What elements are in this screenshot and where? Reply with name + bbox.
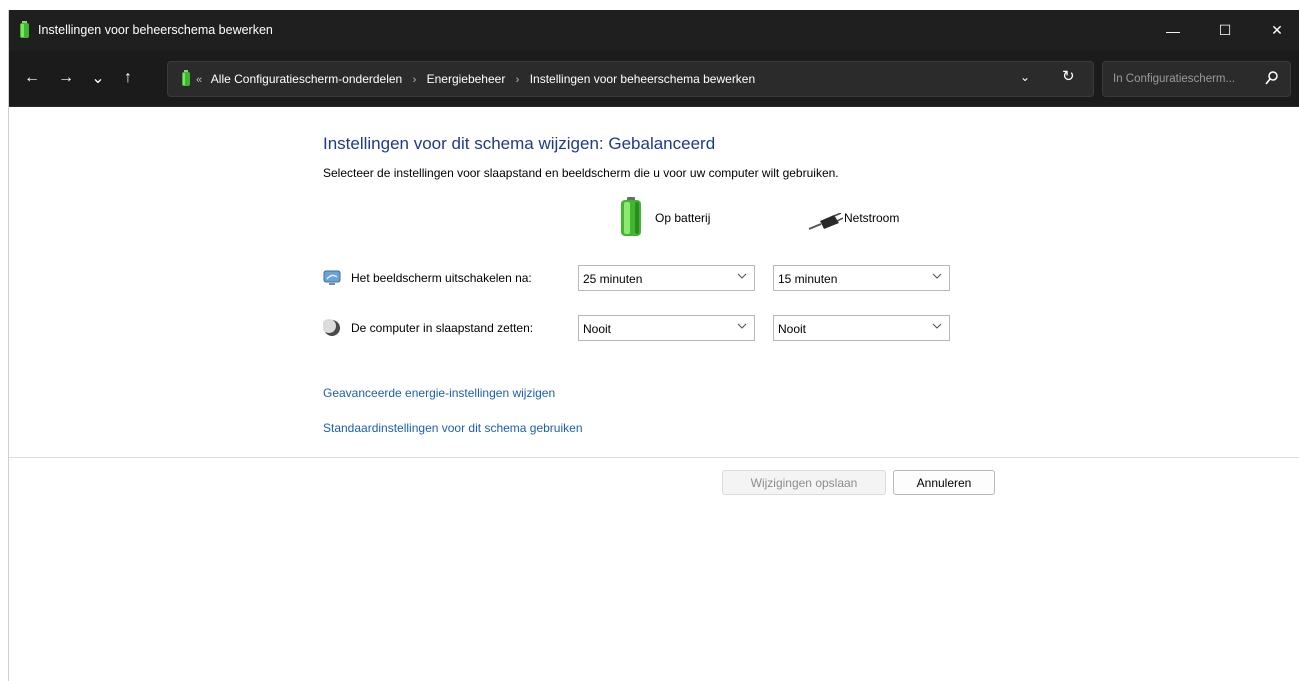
- up-button[interactable]: ↑: [115, 65, 141, 91]
- sleep-ac-value: Nooit: [778, 322, 807, 336]
- control-panel-window: Instellingen voor beheerschema bewerken …: [8, 10, 1299, 681]
- refresh-icon[interactable]: ↻: [1062, 67, 1075, 85]
- battery-icon: [182, 70, 190, 86]
- breadcrumb-item-all-items[interactable]: Alle Configuratiescherm-onderdelen: [211, 72, 402, 86]
- sleep-battery-select[interactable]: Nooit: [578, 315, 755, 341]
- chevron-down-icon: [737, 273, 747, 279]
- restore-defaults-link[interactable]: Standaardinstellingen voor dit schema ge…: [323, 421, 583, 435]
- breadcrumb-overflow-icon[interactable]: «: [196, 74, 202, 86]
- display-off-label: Het beeldscherm uitschakelen na:: [351, 271, 532, 285]
- search-input[interactable]: [1111, 70, 1265, 88]
- footer-divider: [9, 457, 1299, 458]
- battery-app-icon: [20, 21, 29, 38]
- breadcrumb: « Alle Configuratiescherm-onderdelen › E…: [196, 72, 755, 86]
- sleep-label: De computer in slaapstand zetten:: [351, 321, 534, 335]
- breadcrumb-separator-icon[interactable]: ›: [516, 74, 520, 86]
- display-off-ac-value: 15 minuten: [778, 272, 838, 286]
- page-description: Selecteer de instellingen voor slaapstan…: [323, 166, 839, 180]
- search-box[interactable]: [1102, 61, 1291, 97]
- sleep-moon-icon: [323, 319, 340, 336]
- window-title: Instellingen voor beheerschema bewerken: [38, 23, 273, 37]
- breadcrumb-item-edit-plan[interactable]: Instellingen voor beheerschema bewerken: [530, 72, 755, 86]
- column-header-ac: Netstroom: [807, 197, 947, 237]
- page-title: Instellingen voor dit schema wijzigen: G…: [323, 134, 716, 153]
- cancel-button[interactable]: Annuleren: [893, 470, 995, 495]
- title-bar: Instellingen voor beheerschema bewerken …: [9, 10, 1299, 51]
- display-off-battery-select[interactable]: 25 minuten: [578, 265, 755, 291]
- sleep-battery-value: Nooit: [583, 322, 612, 336]
- battery-column-label: Op batterij: [655, 211, 711, 225]
- ac-column-label: Netstroom: [844, 211, 900, 225]
- display-icon: [323, 270, 341, 285]
- chevron-down-icon: [737, 323, 747, 329]
- column-header-battery: Op batterij: [620, 197, 760, 237]
- power-plug-icon: [808, 213, 843, 230]
- chevron-down-icon: [932, 323, 942, 329]
- recent-locations-button[interactable]: ⌄: [85, 65, 111, 91]
- content-area: Instellingen voor dit schema wijzigen: G…: [9, 107, 1299, 681]
- search-icon[interactable]: [1265, 70, 1279, 86]
- back-button[interactable]: ←: [19, 65, 45, 91]
- display-off-ac-select[interactable]: 15 minuten: [773, 265, 950, 291]
- battery-icon: [621, 197, 641, 236]
- chevron-down-icon: [932, 273, 942, 279]
- save-changes-button[interactable]: Wijzigingen opslaan: [722, 470, 886, 495]
- maximize-button[interactable]: ☐: [1202, 10, 1248, 51]
- display-off-battery-value: 25 minuten: [583, 272, 643, 286]
- minimize-button[interactable]: —: [1150, 10, 1196, 51]
- address-bar-region: ← → ⌄ ↑ « Alle Configuratiescherm-onderd…: [9, 51, 1299, 107]
- close-button[interactable]: ✕: [1254, 10, 1299, 51]
- sleep-ac-select[interactable]: Nooit: [773, 315, 950, 341]
- advanced-settings-link[interactable]: Geavanceerde energie-instellingen wijzig…: [323, 386, 555, 400]
- breadcrumb-item-power-options[interactable]: Energiebeheer: [427, 72, 506, 86]
- forward-button[interactable]: →: [53, 65, 79, 91]
- address-history-dropdown-icon[interactable]: ⌄: [1020, 70, 1030, 84]
- breadcrumb-separator-icon[interactable]: ›: [413, 74, 417, 86]
- address-field[interactable]: « Alle Configuratiescherm-onderdelen › E…: [167, 61, 1094, 97]
